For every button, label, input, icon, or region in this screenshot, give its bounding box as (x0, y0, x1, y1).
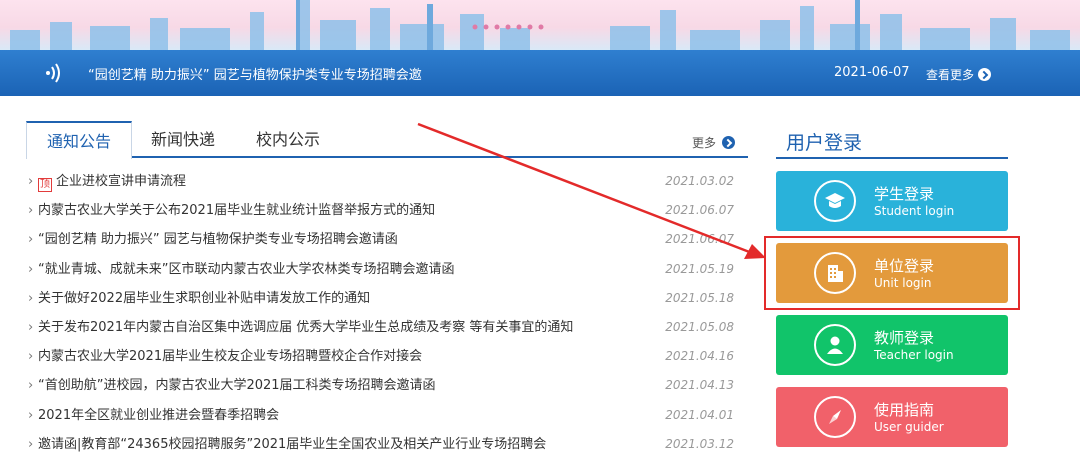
highlight-box (764, 236, 1020, 310)
news-date: 2021.04.16 (665, 349, 734, 364)
notice-bar: “园创艺精 助力振兴” 园艺与植物保护类专业专场招聘会邀 2021-06-07 … (0, 50, 1080, 96)
more-link[interactable]: 更多 (692, 134, 736, 151)
notice-text-link[interactable]: “园创艺精 助力振兴” 园艺与植物保护类专业专场招聘会邀 (88, 64, 422, 83)
teacher-login-button[interactable]: 教师登录 Teacher login (776, 315, 1008, 375)
view-more-label: 查看更多 (926, 68, 975, 82)
list-item[interactable]: › 邀请函|教育部“24365校园招聘服务”2021届毕业生全国农业及相关产业行… (28, 430, 740, 459)
list-item[interactable]: › 顶企业进校宣讲申请流程 2021.03.02 (28, 167, 740, 196)
news-date: 2021.04.13 (665, 378, 734, 393)
tab-notices[interactable]: 通知公告 (26, 121, 132, 159)
list-item[interactable]: › 内蒙古农业大学关于公布2021届毕业生就业统计监督举报方式的通知 2021.… (28, 196, 740, 225)
chevron-right-icon: › (28, 407, 34, 423)
news-title[interactable]: 内蒙古农业大学关于公布2021届毕业生就业统计监督举报方式的通知 (38, 196, 435, 225)
list-item[interactable]: › 内蒙古农业大学2021届毕业生校友企业专场招聘暨校企合作对接会 2021.0… (28, 342, 740, 371)
teacher-login-label: 教师登录 (874, 329, 935, 347)
news-title[interactable]: “首创助航”进校园，内蒙古农业大学2021届工科类专场招聘会邀请函 (38, 371, 436, 400)
view-more-link[interactable]: 查看更多 (926, 66, 992, 83)
news-title[interactable]: 关于发布2021年内蒙古自治区集中选调应届 优秀大学毕业生总成绩及考察 等有关事… (38, 313, 573, 342)
chevron-right-icon: › (28, 290, 34, 306)
news-date: 2021.06.07 (665, 232, 734, 247)
city-skyline-illustration (10, 0, 1070, 50)
news-title[interactable]: 内蒙古农业大学2021届毕业生校友企业专场招聘暨校企合作对接会 (38, 342, 422, 371)
list-item[interactable]: › 关于做好2022届毕业生求职创业补贴申请发放工作的通知 2021.05.18 (28, 284, 740, 313)
chevron-right-icon: › (28, 203, 34, 219)
news-date: 2021.03.02 (665, 174, 734, 188)
list-item[interactable]: › 2021年全区就业创业推进会暨春季招聘会 2021.04.01 (28, 401, 740, 430)
news-list: › 顶企业进校宣讲申请流程 2021.03.02 › 内蒙古农业大学关于公布20… (28, 167, 740, 459)
news-date: 2021.05.19 (665, 261, 734, 276)
graduation-cap-icon (814, 180, 856, 222)
news-title[interactable]: “就业青城、成就未来”区市联动内蒙古农业大学农林类专场招聘会邀请函 (38, 255, 454, 284)
user-guide-sublabel: User guider (874, 420, 944, 434)
compass-icon (814, 396, 856, 438)
broadcast-icon (46, 63, 60, 83)
list-item[interactable]: › 关于发布2021年内蒙古自治区集中选调应届 优秀大学毕业生总成绩及考察 等有… (28, 313, 740, 342)
chevron-right-icon: › (28, 349, 34, 365)
news-date: 2021.03.12 (665, 436, 734, 451)
arrow-right-icon (722, 136, 736, 149)
list-item[interactable]: › “就业青城、成就未来”区市联动内蒙古农业大学农林类专场招聘会邀请函 2021… (28, 255, 740, 284)
student-login-label: 学生登录 (874, 185, 935, 203)
list-item[interactable]: › “首创助航”进校园，内蒙古农业大学2021届工科类专场招聘会邀请函 2021… (28, 371, 740, 400)
news-title[interactable]: 关于做好2022届毕业生求职创业补贴申请发放工作的通知 (38, 284, 370, 313)
chevron-right-icon: › (28, 436, 34, 452)
news-title[interactable]: 邀请函|教育部“24365校园招聘服务”2021届毕业生全国农业及相关产业行业专… (38, 430, 546, 459)
news-tabs: 通知公告 新闻快递 校内公示 (26, 121, 748, 159)
news-title[interactable]: 2021年全区就业创业推进会暨春季招聘会 (38, 401, 279, 430)
news-date: 2021.05.18 (665, 290, 734, 305)
user-guide-label: 使用指南 (874, 401, 935, 419)
notice-date: 2021-06-07 (834, 65, 910, 80)
login-panel-title: 用户登录 (786, 132, 863, 154)
chevron-right-icon: › (28, 261, 34, 277)
news-title[interactable]: 企业进校宣讲申请流程 (56, 174, 186, 189)
chevron-right-icon: › (28, 378, 34, 394)
pinned-badge: 顶 (38, 178, 52, 192)
tab-news[interactable]: 新闻快递 (138, 121, 228, 158)
person-icon (814, 324, 856, 366)
news-date: 2021.05.08 (665, 319, 734, 334)
news-title[interactable]: “园创艺精 助力振兴” 园艺与植物保护类专业专场招聘会邀请函 (38, 225, 398, 254)
teacher-login-sublabel: Teacher login (874, 348, 954, 362)
student-login-button[interactable]: 学生登录 Student login (776, 171, 1008, 231)
news-date: 2021.04.01 (665, 407, 734, 422)
arrow-right-icon (978, 68, 992, 81)
chevron-right-icon: › (28, 174, 34, 189)
news-date: 2021.06.07 (665, 203, 734, 218)
student-login-sublabel: Student login (874, 204, 955, 218)
list-item[interactable]: › “园创艺精 助力振兴” 园艺与植物保护类专业专场招聘会邀请函 2021.06… (28, 225, 740, 254)
more-label: 更多 (692, 136, 717, 150)
tab-campus-publicity[interactable]: 校内公示 (242, 121, 334, 158)
chevron-right-icon: › (28, 232, 34, 248)
user-guide-button[interactable]: 使用指南 User guider (776, 387, 1008, 447)
chevron-right-icon: › (28, 319, 34, 335)
header-banner (0, 0, 1080, 50)
login-title-underline (776, 157, 1008, 159)
